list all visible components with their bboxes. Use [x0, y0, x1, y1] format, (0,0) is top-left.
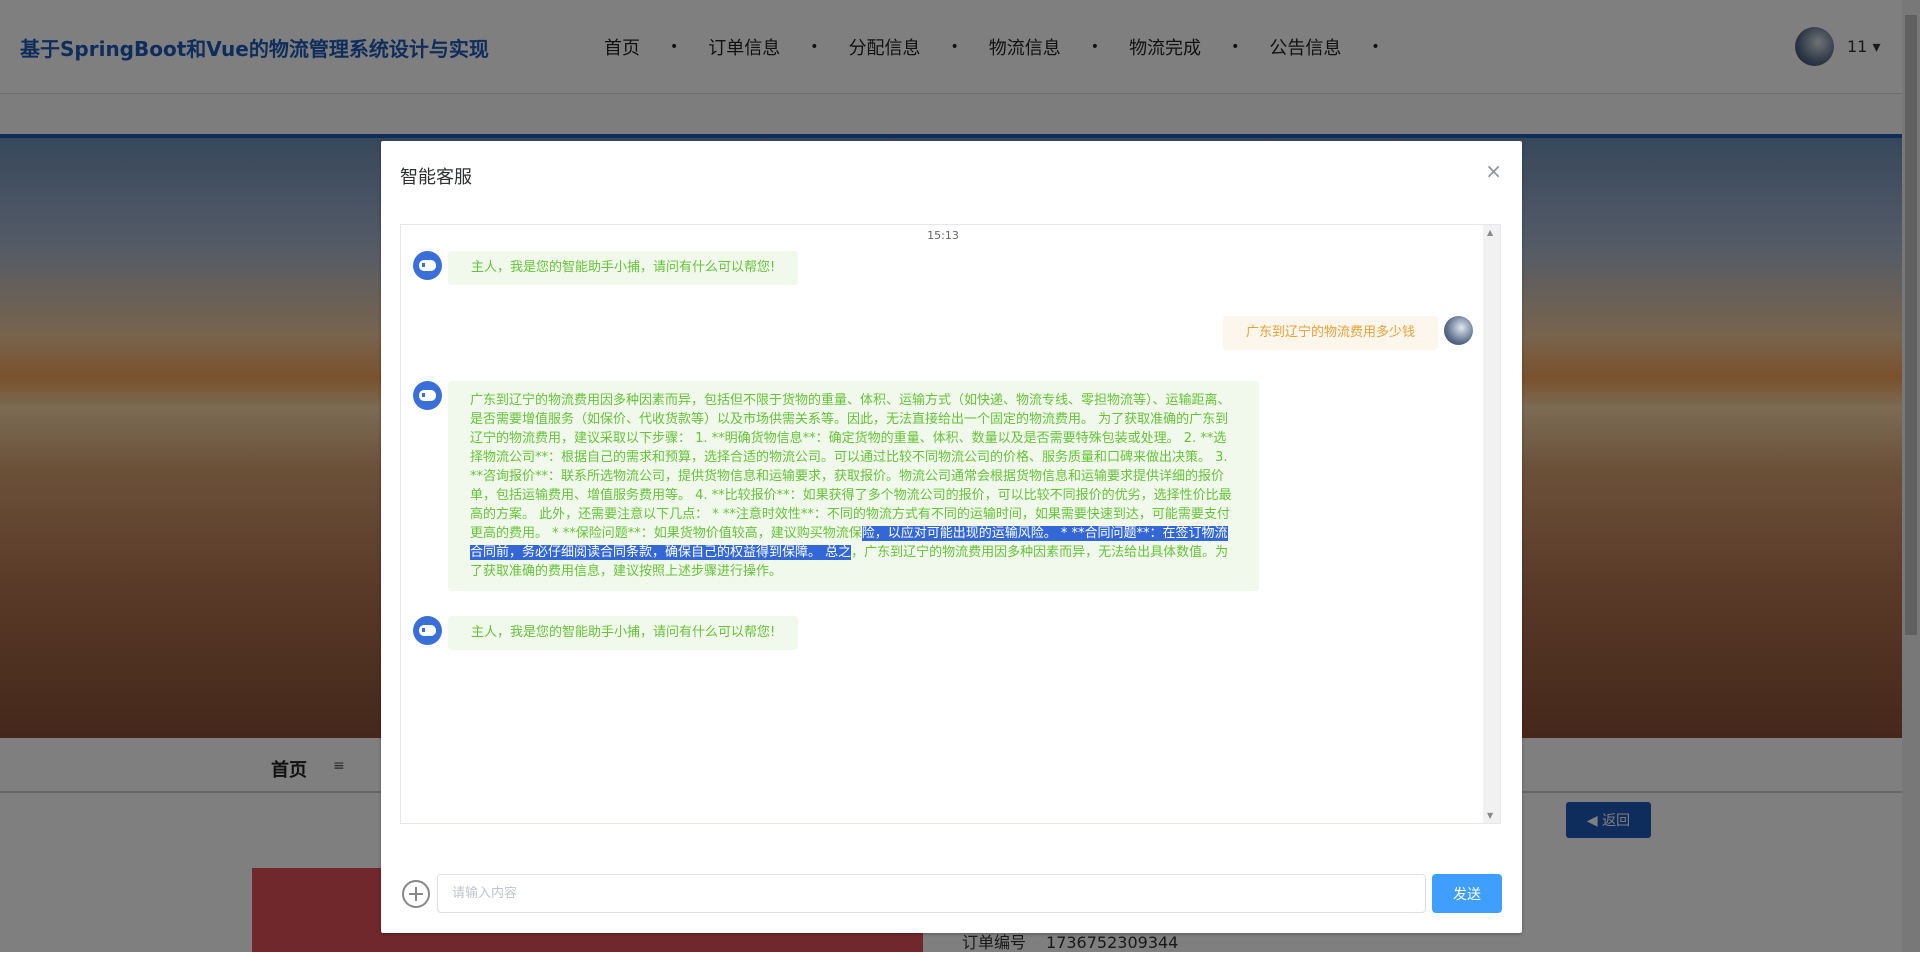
bot-avatar-icon [413, 251, 442, 280]
user-avatar [1444, 316, 1473, 345]
chat-area[interactable]: 15:13 主人，我是您的智能助手小捕，请问有什么可以帮您! 广东到辽宁的物流费… [400, 224, 1501, 824]
plus-icon[interactable] [402, 879, 430, 908]
bot-avatar-icon [413, 381, 442, 410]
scroll-down-icon[interactable]: ▼ [1487, 811, 1493, 820]
user-message: 广东到辽宁的物流费用多少钱 [1222, 316, 1473, 350]
reply-text: 广东到辽宁的物流费用因多种因素而异，包括但不限于货物的重量、体积、运输方式（如快… [470, 393, 1232, 541]
message-input[interactable] [437, 874, 1426, 913]
dialog-title: 智能客服 [400, 167, 472, 188]
chat-dialog: 智能客服 × 15:13 主人，我是您的智能助手小捕，请问有什么可以帮您! 广东… [381, 141, 1522, 933]
bot-message: 主人，我是您的智能助手小捕，请问有什么可以帮您! [413, 616, 799, 650]
message-bubble: 广东到辽宁的物流费用因多种因素而异，包括但不限于货物的重量、体积、运输方式（如快… [448, 381, 1259, 591]
scroll-up-icon[interactable]: ▲ [1487, 228, 1493, 237]
send-button[interactable]: 发送 [1432, 874, 1502, 913]
close-icon[interactable]: × [1485, 159, 1502, 183]
message-time: 15:13 [927, 229, 959, 242]
bot-avatar-icon [413, 616, 442, 645]
message-bubble: 广东到辽宁的物流费用多少钱 [1222, 316, 1438, 350]
bot-message: 主人，我是您的智能助手小捕，请问有什么可以帮您! [413, 251, 799, 285]
message-bubble: 主人，我是您的智能助手小捕，请问有什么可以帮您! [448, 251, 799, 285]
message-bubble: 主人，我是您的智能助手小捕，请问有什么可以帮您! [448, 616, 799, 650]
chat-scrollbar[interactable]: ▲ ▼ [1483, 225, 1500, 823]
bot-message: 广东到辽宁的物流费用因多种因素而异，包括但不限于货物的重量、体积、运输方式（如快… [413, 381, 1259, 591]
input-row: 发送 [402, 874, 1502, 913]
